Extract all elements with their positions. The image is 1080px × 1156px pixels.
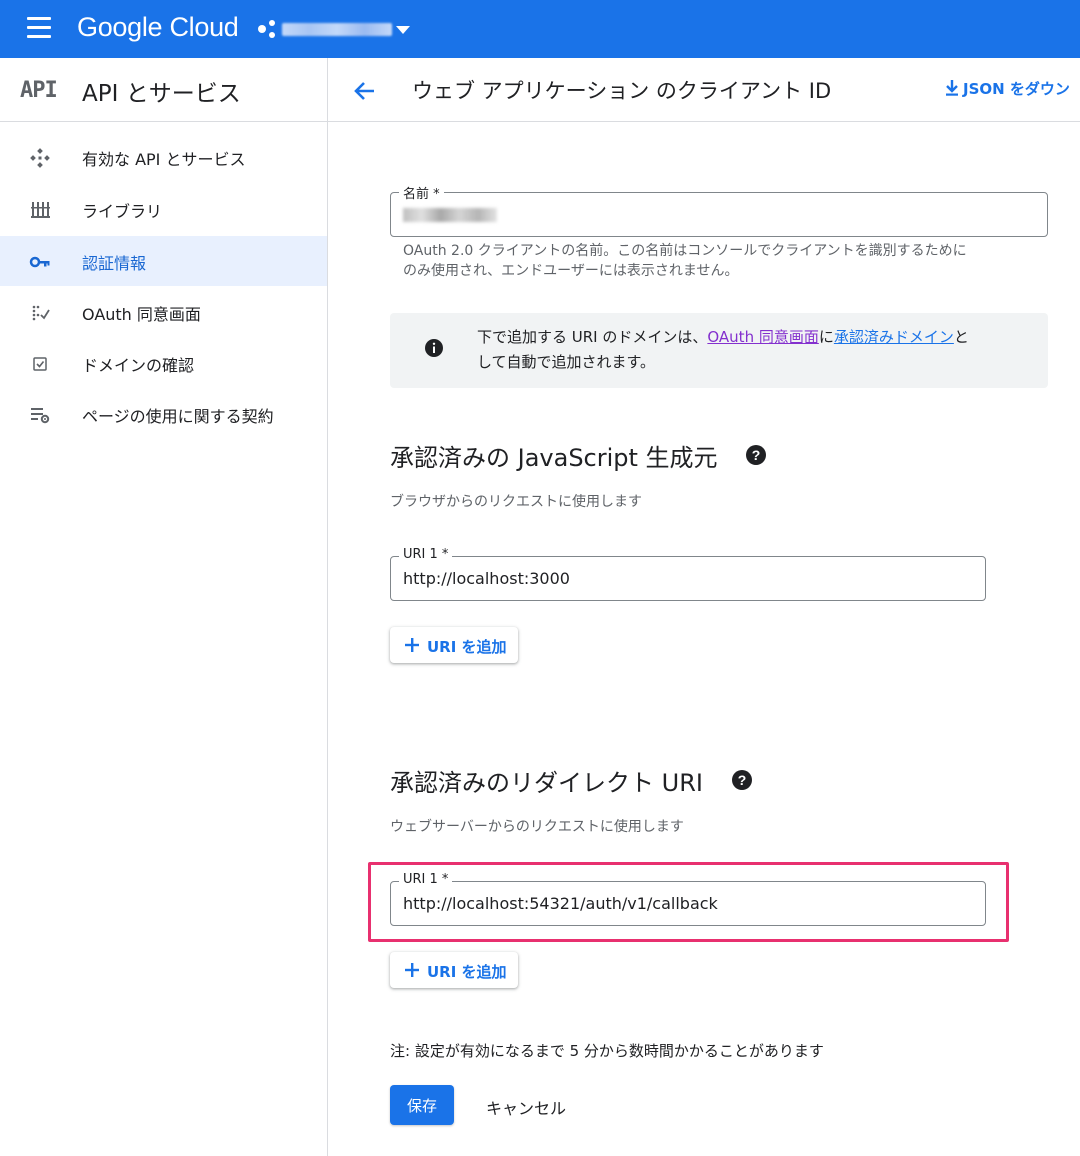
- download-icon: [946, 80, 958, 96]
- save-button-label: 保存: [406, 1097, 437, 1115]
- library-icon: [31, 202, 50, 218]
- domain-info-banner: 下で追加する URI のドメインは、OAuth 同意画面に承認済みドメインとして…: [390, 313, 1048, 388]
- project-name-redacted: [282, 23, 392, 36]
- uri-field-value: http://localhost:3000: [403, 569, 570, 588]
- checkbox-icon: [33, 357, 47, 371]
- download-json-button[interactable]: JSON をダウン: [944, 78, 1070, 104]
- sidebar-header: API API とサービス: [0, 58, 327, 122]
- sidebar-item-domain-verification[interactable]: ドメインの確認: [0, 338, 327, 388]
- cancel-button[interactable]: キャンセル: [470, 1085, 582, 1125]
- sidebar: API API とサービス 有効な API とサービス ライブラリ 認証情報 O…: [0, 58, 328, 1156]
- page-header: ウェブ アプリケーション のクライアント ID JSON をダウン: [328, 58, 1080, 122]
- redirect-uris-title: 承認済みのリダイレクト URI: [390, 769, 703, 797]
- settings-list-icon: [31, 408, 50, 424]
- cancel-button-label: キャンセル: [485, 1099, 566, 1118]
- enabled-apis-icon: [30, 148, 50, 168]
- sidebar-item-label: ライブラリ: [82, 202, 163, 221]
- add-uri-label: URI を追加: [427, 963, 507, 981]
- sidebar-item-library[interactable]: ライブラリ: [0, 184, 327, 234]
- uri-field-label: URI 1 *: [399, 547, 453, 562]
- save-button[interactable]: 保存: [390, 1085, 454, 1125]
- uri-field-value: http://localhost:54321/auth/v1/callback: [403, 894, 718, 913]
- svg-text:?: ?: [738, 772, 747, 788]
- key-icon: [29, 256, 50, 268]
- oauth-consent-icon: [32, 305, 50, 321]
- svg-text:?: ?: [752, 447, 761, 463]
- info-text-part: に: [818, 328, 834, 346]
- name-hint: OAuth 2.0 クライアントの名前。この名前はコンソールでクライアントを識別…: [403, 241, 967, 281]
- api-logo: API: [20, 78, 58, 103]
- uri-field-label: URI 1 *: [399, 872, 453, 887]
- js-origin-uri-field[interactable]: URI 1 * http://localhost:3000: [390, 547, 986, 601]
- info-text: 下で追加する URI のドメインは、OAuth 同意画面に承認済みドメインとして…: [477, 325, 1017, 375]
- sidebar-title: API とサービス: [82, 81, 241, 107]
- sidebar-item-label: OAuth 同意画面: [82, 305, 201, 324]
- sidebar-item-label: ページの使用に関する契約: [82, 407, 274, 426]
- sidebar-item-oauth-consent[interactable]: OAuth 同意画面: [0, 287, 327, 337]
- info-text-part: 下で追加する URI のドメインは、: [477, 328, 708, 346]
- sidebar-item-label: ドメインの確認: [82, 356, 195, 375]
- sidebar-item-page-usage-agreements[interactable]: ページの使用に関する契約: [0, 389, 327, 439]
- js-origins-subtitle: ブラウザからのリクエストに使用します: [390, 494, 642, 510]
- name-value-redacted: [403, 208, 497, 222]
- info-text-part: と: [953, 328, 969, 346]
- info-text-part: して自動で追加されます。: [477, 353, 656, 371]
- project-hierarchy-icon: [258, 20, 275, 38]
- project-selector[interactable]: [256, 14, 416, 44]
- sidebar-item-label: 有効な API とサービス: [82, 150, 246, 169]
- add-js-origin-uri-button[interactable]: URI を追加: [390, 627, 518, 663]
- page-title: ウェブ アプリケーション のクライアント ID: [412, 79, 832, 103]
- redirect-uris-subtitle: ウェブサーバーからのリクエストに使用します: [390, 819, 684, 835]
- sidebar-item-credentials[interactable]: 認証情報: [0, 236, 327, 286]
- js-origins-title: 承認済みの JavaScript 生成元: [390, 444, 718, 472]
- plus-icon: [405, 963, 419, 977]
- back-arrow-icon[interactable]: [350, 76, 380, 106]
- authorized-domains-link[interactable]: 承認済みドメイン: [834, 328, 954, 346]
- info-icon: [425, 339, 443, 357]
- google-cloud-logo[interactable]: Google Cloud: [77, 12, 239, 43]
- settings-note: 注: 設定が有効になるまで 5 分から数時間かかることがあります: [390, 1042, 824, 1060]
- plus-icon: [405, 638, 419, 652]
- redirect-uri-field[interactable]: URI 1 * http://localhost:54321/auth/v1/c…: [390, 872, 986, 926]
- name-hint-line-1: OAuth 2.0 クライアントの名前。この名前はコンソールでクライアントを識別…: [403, 243, 967, 259]
- sidebar-item-enabled-apis[interactable]: 有効な API とサービス: [0, 132, 327, 182]
- download-json-label: JSON をダウン: [963, 80, 1070, 98]
- sidebar-item-label: 認証情報: [82, 254, 147, 273]
- help-icon[interactable]: ?: [745, 444, 767, 466]
- add-uri-label: URI を追加: [427, 638, 507, 656]
- oauth-consent-link[interactable]: OAuth 同意画面: [707, 328, 818, 346]
- help-icon[interactable]: ?: [731, 769, 753, 791]
- name-field[interactable]: 名前 *: [390, 183, 1048, 237]
- add-redirect-uri-button[interactable]: URI を追加: [390, 952, 518, 988]
- hamburger-menu-icon[interactable]: [26, 17, 52, 39]
- name-hint-line-2: のみ使用され、エンドユーザーには表示されません。: [403, 263, 739, 279]
- top-app-bar: Google Cloud: [0, 0, 1080, 58]
- caret-down-icon: [396, 26, 410, 34]
- name-field-label: 名前 *: [399, 183, 444, 202]
